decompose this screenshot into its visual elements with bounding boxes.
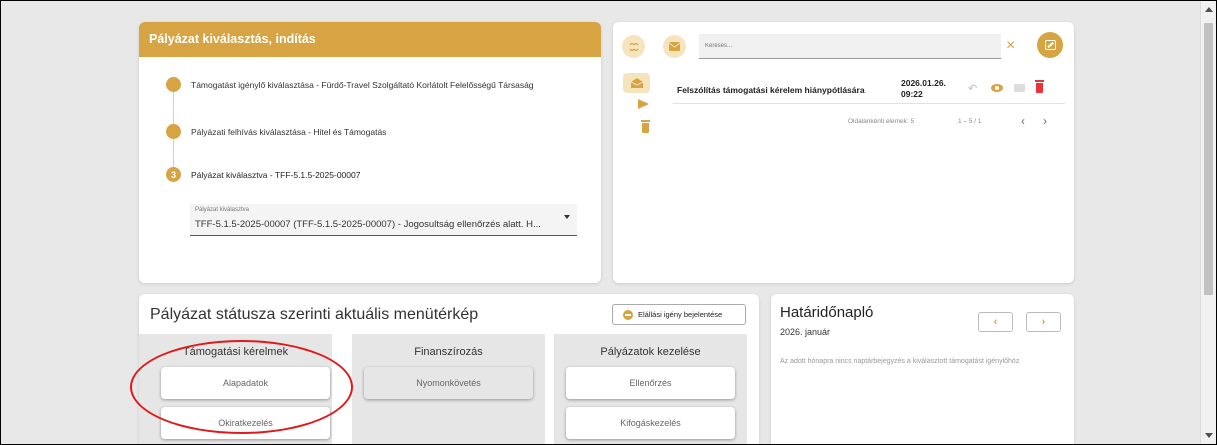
message-date-time: 09:22: [901, 89, 923, 99]
scroll-up-icon[interactable]: [1205, 7, 1213, 12]
scroll-down-icon[interactable]: [1205, 433, 1213, 438]
compose-message-button[interactable]: [1037, 32, 1063, 58]
column-title: Pályázatok kezelése: [600, 346, 701, 358]
items-per-page-label[interactable]: Oldalankénti elemek: 5: [848, 118, 914, 125]
menu-map-title: Pályázat státusza szerinti aktuális menü…: [150, 306, 479, 323]
message-search-input[interactable]: [699, 34, 1001, 58]
highlight-annotation: [130, 340, 353, 434]
application-selection-card: Pályázat kiválasztás, indítás Támogatást…: [139, 22, 601, 283]
withdrawal-request-button[interactable]: Elállási igény bejelentése: [612, 304, 746, 325]
deadline-diary-card: Határidőnapló 2026. január ‹ › Az adott …: [771, 294, 1074, 444]
next-month-button[interactable]: ›: [1026, 312, 1061, 332]
message-date-day: 2026.01.26.: [901, 78, 946, 88]
delete-icon[interactable]: [1035, 80, 1044, 93]
message-row[interactable]: Felszólítás támogatási kérelem hiánypótl…: [673, 74, 1065, 104]
step-done-icon: [166, 124, 181, 139]
sent-folder-icon[interactable]: [638, 99, 649, 109]
message-search-box: [699, 34, 1001, 59]
inbox-folder-icon[interactable]: [623, 73, 650, 93]
trash-folder-icon[interactable]: [641, 120, 650, 133]
mark-unread-icon[interactable]: [1014, 84, 1025, 92]
minus-circle-icon: [623, 309, 633, 320]
column-application-management: Pályázatok kezelése Ellenőrzés Kifogáske…: [554, 334, 747, 444]
column-title: Finanszírozás: [414, 346, 483, 358]
step-label: Pályázat kiválasztva - TFF-5.1.5-2025-00…: [191, 169, 361, 180]
select-label: Pályázat kiválasztva: [195, 207, 250, 213]
edit-icon: [1044, 40, 1056, 50]
withdrawal-request-label: Elállási igény bejelentése: [638, 310, 723, 319]
step-call[interactable]: Pályázati felhívás kiválasztása - Hitel …: [166, 124, 386, 139]
tile-inspection[interactable]: Ellenőrzés: [566, 367, 735, 399]
app-frame: Pályázat kiválasztás, indítás Támogatást…: [1, 1, 1216, 444]
step-label: Támogatást igénylő kiválasztása - Fürdő-…: [191, 79, 534, 90]
step-number: 3: [166, 167, 181, 182]
deadline-empty-text: Az adott hónapra nincs naptárbejegyzés a…: [780, 358, 1020, 365]
select-value: TFF-5.1.5-2025-00007 (TFF-5.1.5-2025-000…: [195, 219, 541, 230]
step-application[interactable]: 3 Pályázat kiválasztva - TFF-5.1.5-2025-…: [166, 167, 360, 182]
step-done-icon: [166, 77, 181, 92]
selection-header: Pályázat kiválasztás, indítás: [139, 22, 601, 57]
message-subject: Felszólítás támogatási kérelem hiánypótl…: [677, 85, 865, 95]
page-scrollbar[interactable]: [1200, 1, 1216, 444]
view-icon[interactable]: [991, 84, 1003, 92]
scroll-thumb[interactable]: [1204, 23, 1213, 295]
tile-monitoring[interactable]: Nyomonkövetés: [364, 367, 533, 399]
application-select[interactable]: Pályázat kiválasztva TFF-5.1.5-2025-0000…: [190, 204, 577, 236]
column-financing: Finanszírozás Nyomonkövetés: [352, 334, 545, 444]
prev-page-icon[interactable]: ‹: [1021, 114, 1025, 128]
next-page-icon[interactable]: ›: [1043, 114, 1047, 128]
tile-objection-handling[interactable]: Kifogáskezelés: [566, 407, 735, 439]
page-range: 1 – 5 / 1: [958, 118, 982, 125]
dropdown-arrow-icon: [564, 215, 570, 219]
deadline-month: 2026. január: [780, 327, 831, 337]
unlink-icon[interactable]: [622, 35, 645, 58]
clear-search-icon[interactable]: ×: [1006, 38, 1015, 54]
message-date: 2026.01.26. 09:22: [901, 78, 946, 100]
reply-icon[interactable]: ↶: [968, 82, 977, 95]
step-label: Pályázati felhívás kiválasztása - Hitel …: [191, 126, 387, 137]
step-applicant[interactable]: Támogatást igénylő kiválasztása - Fürdő-…: [166, 77, 534, 92]
prev-month-button[interactable]: ‹: [978, 312, 1013, 332]
deadline-title: Határidőnapló: [780, 304, 874, 321]
mail-icon[interactable]: [663, 35, 686, 58]
messages-card: × Felszólítás támogatási kérelem hiánypó…: [613, 22, 1074, 283]
